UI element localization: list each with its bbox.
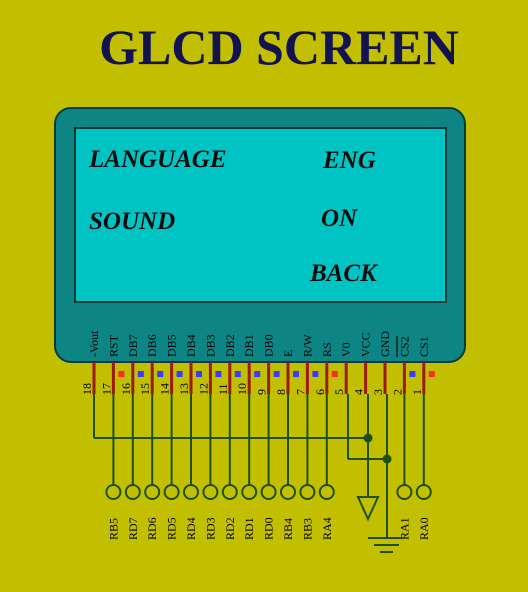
pin-number-label: 2 xyxy=(390,389,404,395)
pin-name-label: DB6 xyxy=(145,334,159,357)
port-terminal[interactable] xyxy=(318,484,335,500)
pin-marker-blue xyxy=(157,371,164,377)
pin-number-label: 13 xyxy=(177,383,191,395)
pin-marker-blue xyxy=(409,371,416,377)
pin-number-label: 17 xyxy=(99,383,113,395)
port-terminal[interactable] xyxy=(396,484,413,500)
port-terminal[interactable] xyxy=(221,484,238,500)
pin-number-label: 3 xyxy=(371,389,385,395)
pin-name-label: DB4 xyxy=(184,334,198,357)
port-terminal[interactable] xyxy=(202,484,219,500)
pin-number-label: 8 xyxy=(274,389,288,395)
port-terminal[interactable] xyxy=(144,484,161,500)
pin-number-label: 1 xyxy=(410,389,424,395)
pin-marker-blue xyxy=(254,371,261,377)
screen-row-sound-value: ON xyxy=(321,205,358,232)
pin-number-label: 15 xyxy=(138,383,152,395)
pin-number-label: 9 xyxy=(255,389,269,395)
screen-row-back-value: BACK xyxy=(309,260,379,287)
port-terminal[interactable] xyxy=(183,484,199,500)
vcc-symbol xyxy=(356,496,380,522)
pin-number-label: 12 xyxy=(196,383,210,395)
pin-name-label: CS2 xyxy=(397,336,411,357)
port-label: RD4 xyxy=(184,517,198,540)
port-terminal[interactable] xyxy=(124,484,141,500)
pin-name-label: CS1 xyxy=(417,336,431,357)
pin-name-label: DB3 xyxy=(203,334,217,357)
port-terminal[interactable] xyxy=(163,484,180,500)
port-terminal[interactable] xyxy=(280,484,296,500)
pin-name-label: DB5 xyxy=(165,334,179,357)
pin-marker-red xyxy=(118,371,125,377)
port-terminal[interactable] xyxy=(105,484,122,500)
glcd-circuit-diagram: LANGUAGE ENG SOUND ON BACK -Vout18RST17R… xyxy=(54,107,466,553)
pin-marker-red xyxy=(331,371,338,377)
port-label: RA4 xyxy=(320,517,334,540)
pin-number-label: 4 xyxy=(352,389,366,395)
port-label: RD3 xyxy=(203,517,217,540)
port-label: RD1 xyxy=(242,517,256,540)
port-label: RB3 xyxy=(300,518,314,540)
pin-number-label: 10 xyxy=(235,383,249,395)
pin-marker-red xyxy=(428,371,435,377)
pin-marker-blue xyxy=(293,371,299,377)
port-terminal[interactable] xyxy=(415,484,432,500)
pin-name-label: DB0 xyxy=(262,334,276,357)
pin-name-label: R/W xyxy=(300,334,314,357)
port-terminal[interactable] xyxy=(299,484,316,500)
port-terminal[interactable] xyxy=(241,484,258,500)
pin-number-label: 18 xyxy=(80,383,94,395)
pin-marker-blue xyxy=(312,371,319,377)
vcc-junction xyxy=(363,433,373,443)
port-label: RD6 xyxy=(145,517,159,540)
port-label: RD2 xyxy=(223,517,237,540)
pin-name-label: DB2 xyxy=(223,334,237,357)
pin-number-label: 5 xyxy=(332,389,346,395)
pin-number-label: 14 xyxy=(158,383,172,395)
pin-name-label: RS xyxy=(320,342,334,357)
port-label: RD7 xyxy=(126,517,140,540)
pin-number-label: 11 xyxy=(216,383,230,395)
pin-name-label: DB7 xyxy=(126,334,140,357)
pin-marker-blue xyxy=(234,371,241,377)
pin-number-label: 7 xyxy=(293,389,307,395)
pin-marker-blue xyxy=(273,371,280,377)
pin-marker-blue xyxy=(215,371,222,377)
screen-row-sound-label: SOUND xyxy=(89,208,175,235)
pin-number-label: 6 xyxy=(313,389,327,395)
pin-marker-blue xyxy=(196,371,202,377)
pin-name-label: DB1 xyxy=(242,334,256,357)
gnd-junction xyxy=(382,454,392,464)
pin-number-label: 16 xyxy=(119,383,133,395)
pin-name-label: GND xyxy=(378,331,392,357)
pin-name-label: -Vout xyxy=(87,330,101,357)
pin-marker-blue xyxy=(137,371,144,377)
port-label: RA1 xyxy=(397,517,411,540)
port-label: RB4 xyxy=(281,518,295,540)
port-label: RD0 xyxy=(262,517,276,540)
port-label: RA0 xyxy=(417,517,431,540)
pin-name-label: V0 xyxy=(339,342,353,357)
pin-name-label: RST xyxy=(106,334,120,357)
port-label: RD5 xyxy=(165,517,179,540)
screen-row-language-label: LANGUAGE xyxy=(88,146,227,173)
pin-name-label: VCC xyxy=(359,332,373,357)
port-label: RB5 xyxy=(106,518,120,540)
pin-name-label: E xyxy=(281,350,295,357)
port-terminal[interactable] xyxy=(260,484,277,500)
screen-row-language-value: ENG xyxy=(322,147,376,174)
pin-marker-blue xyxy=(176,371,183,377)
